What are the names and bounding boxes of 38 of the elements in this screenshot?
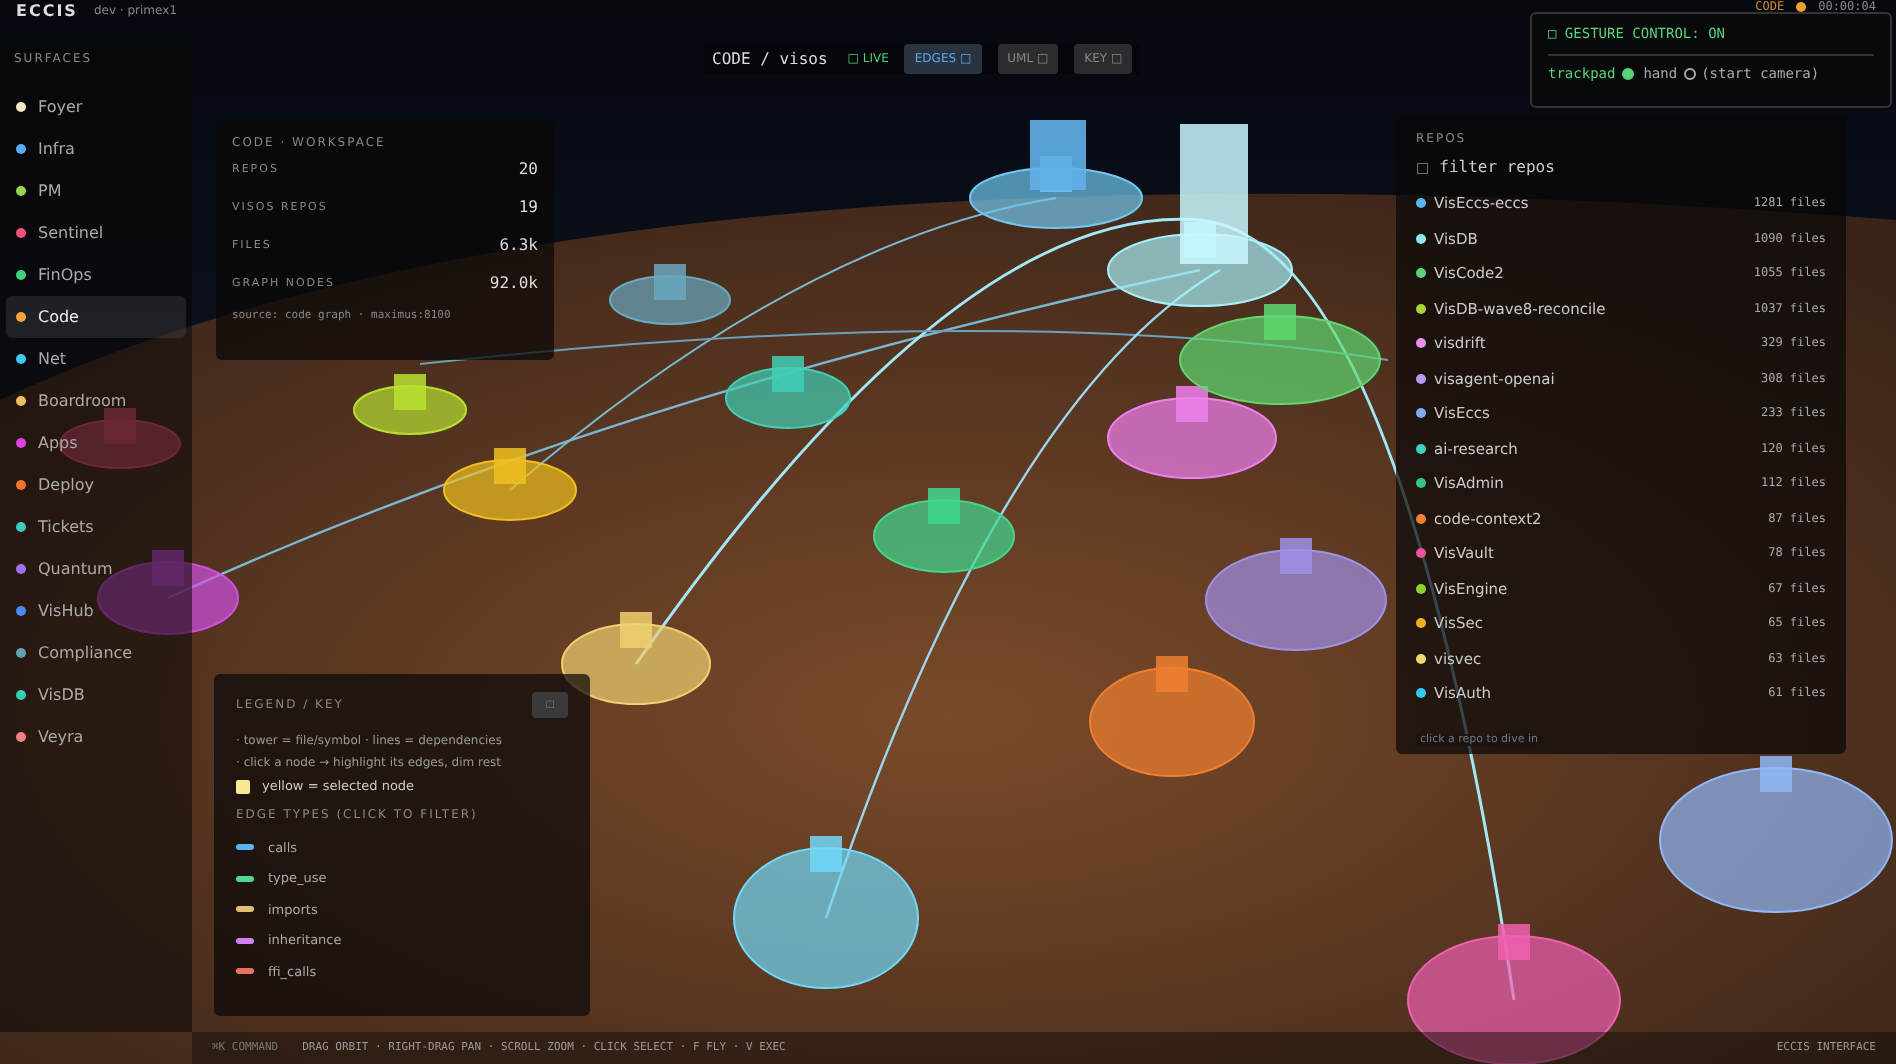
graph-node[interactable]: [725, 356, 851, 429]
stat-value: 19: [518, 198, 538, 216]
sidebar-item[interactable]: VisHub: [6, 590, 186, 632]
sidebar-item[interactable]: Veyra: [6, 716, 186, 758]
swatch-icon: [236, 779, 250, 793]
graph-node[interactable]: [1407, 924, 1621, 1064]
sidebar-item[interactable]: Net: [6, 338, 186, 380]
filter-field[interactable]: filter repos: [1439, 158, 1740, 176]
graph-node[interactable]: [1179, 304, 1381, 405]
status-dot: [1796, 2, 1807, 12]
sidebar-item[interactable]: Boardroom: [6, 380, 186, 422]
sidebar-item[interactable]: FinOps: [6, 254, 186, 296]
stat-value: 92.0k: [489, 274, 538, 292]
graph-node[interactable]: [1089, 656, 1255, 777]
sidebar-item[interactable]: Sentinel: [6, 212, 186, 254]
stat-value: 20: [518, 160, 538, 178]
graph-node[interactable]: [1205, 538, 1387, 651]
graph-node[interactable]: [1107, 386, 1277, 479]
sidebar-item[interactable]: Deploy: [6, 464, 186, 506]
graph-node[interactable]: [561, 612, 711, 705]
graph-node[interactable]: [609, 264, 731, 325]
sidebar-item[interactable]: VisDB: [6, 674, 186, 716]
sidebar-item[interactable]: PM: [6, 170, 186, 212]
graph-node[interactable]: [733, 836, 919, 989]
sidebar-item[interactable]: Tickets: [6, 506, 186, 548]
graph-node[interactable]: [873, 488, 1015, 573]
graph-node[interactable]: [1659, 756, 1893, 913]
sidebar-item[interactable]: Code: [6, 296, 186, 338]
sidebar-item[interactable]: Infra: [6, 128, 186, 170]
sidebar-item[interactable]: Quantum: [6, 548, 186, 590]
graph-node[interactable]: [443, 448, 577, 521]
stat-value: 6.3k: [499, 236, 538, 254]
sidebar-item[interactable]: Foyer: [6, 86, 186, 128]
sidebar-item[interactable]: Apps: [6, 422, 186, 464]
graph-node[interactable]: [353, 374, 467, 435]
brand-name: ECCIS: [16, 2, 78, 20]
view-title: CODE / visos: [712, 50, 828, 68]
sidebar-item[interactable]: Compliance: [6, 632, 186, 674]
